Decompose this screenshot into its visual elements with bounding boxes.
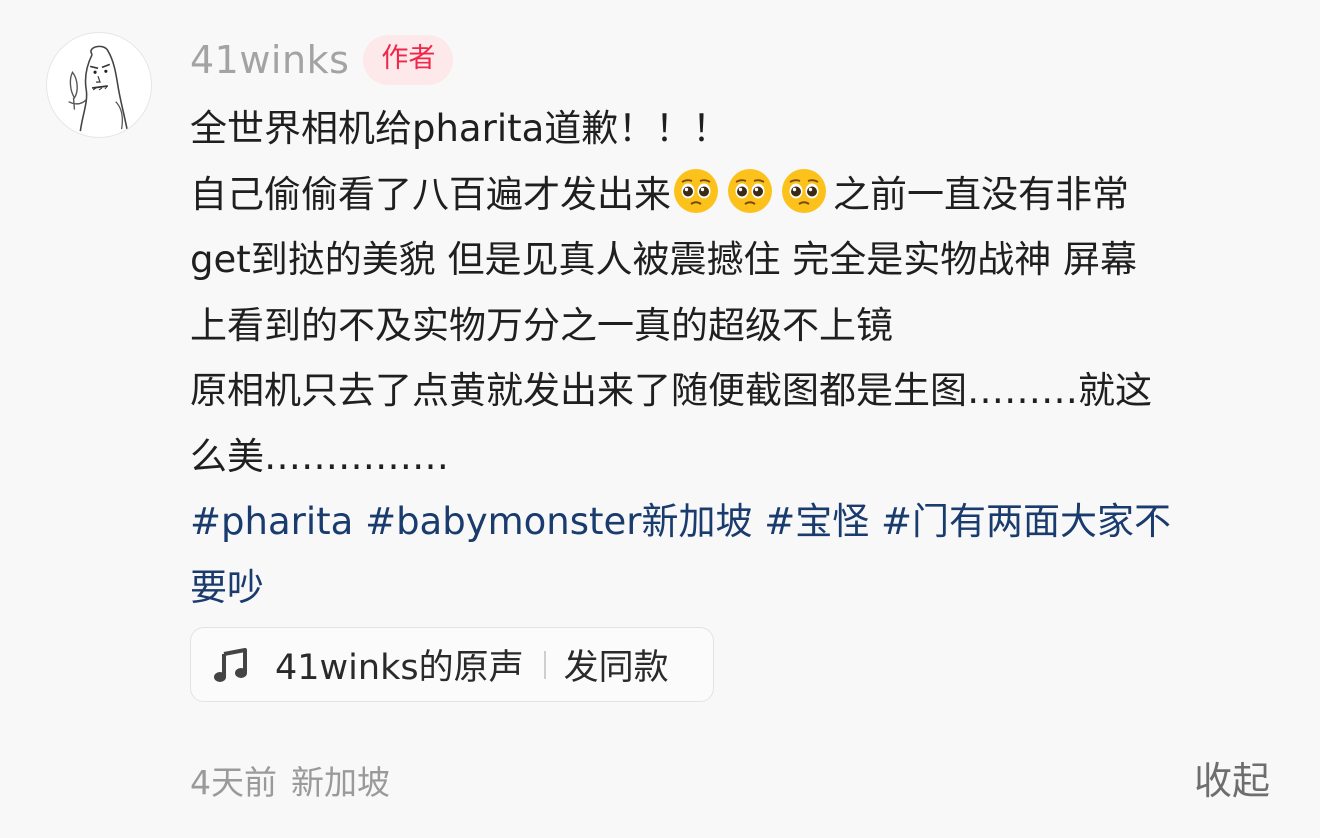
post-meta: 4天前 新加坡 (190, 756, 390, 804)
original-sound-chip[interactable]: 41winks的原声 发同款 (190, 627, 714, 702)
post-location: 新加坡 (291, 763, 390, 802)
comment-header: 41winks 作者 (190, 34, 454, 86)
music-note-icon (211, 645, 251, 685)
content-line-5: 原相机只去了点黄就发出来了随便截图都是生图………就这 (190, 369, 1152, 412)
hashtag-door-two-sides[interactable]: #门有两面大家不 (881, 500, 1171, 543)
content-line-3: get到挞的美貌 但是见真人被震撼住 完全是实物战神 屏幕 (190, 238, 1138, 281)
hashtag-baoguai[interactable]: #宝怪 (764, 500, 869, 543)
post-time: 4天前 (190, 763, 277, 802)
content-line-2: 自己偷偷看了八百遍才发出来 之前一直没有非常 (190, 162, 1270, 228)
sound-name[interactable]: 41winks的原声 (275, 639, 524, 690)
author-badge: 作者 (363, 35, 454, 85)
hashtag-pharita[interactable]: #pharita (190, 500, 353, 543)
post-content: 全世界相机给pharita道歉！！！ 自己偷偷看了八百遍才发出来 之前一直没有非常… (190, 96, 1270, 620)
use-sound-button[interactable]: 发同款 (564, 639, 669, 690)
content-line-1: 全世界相机给pharita道歉！！！ (190, 107, 730, 150)
chip-divider (543, 650, 546, 679)
content-line-4: 上看到的不及实物万分之一真的超级不上镜 (190, 303, 893, 347)
content-text: 之前一直没有非常 (833, 172, 1129, 216)
collapse-button[interactable]: 收起 (1194, 750, 1270, 805)
comment-card: 41winks 作者 全世界相机给pharita道歉！！！ 自己偷偷看了八百遍才… (0, 0, 1320, 838)
avatar[interactable] (46, 32, 152, 138)
pleading-face-emoji-icon (671, 166, 721, 216)
hashtag-door-two-sides-continued[interactable]: 要吵 (190, 566, 264, 609)
sketch-character-avatar-icon (68, 45, 129, 132)
hashtag-babymonster-singapore[interactable]: #babymonster新加坡 (365, 500, 752, 543)
hashtag-line: #pharita #babymonster新加坡 #宝怪 #门有两面大家不 (190, 489, 1270, 555)
pleading-face-emoji-icon (725, 166, 775, 216)
content-text: 自己偷偷看了八百遍才发出来 (190, 172, 671, 216)
hashtag-line-wrap: 要吵 (190, 555, 1270, 621)
pleading-face-emoji-icon (779, 166, 829, 216)
content-line-6: 么美…………… (190, 434, 449, 478)
username[interactable]: 41winks (190, 38, 349, 82)
